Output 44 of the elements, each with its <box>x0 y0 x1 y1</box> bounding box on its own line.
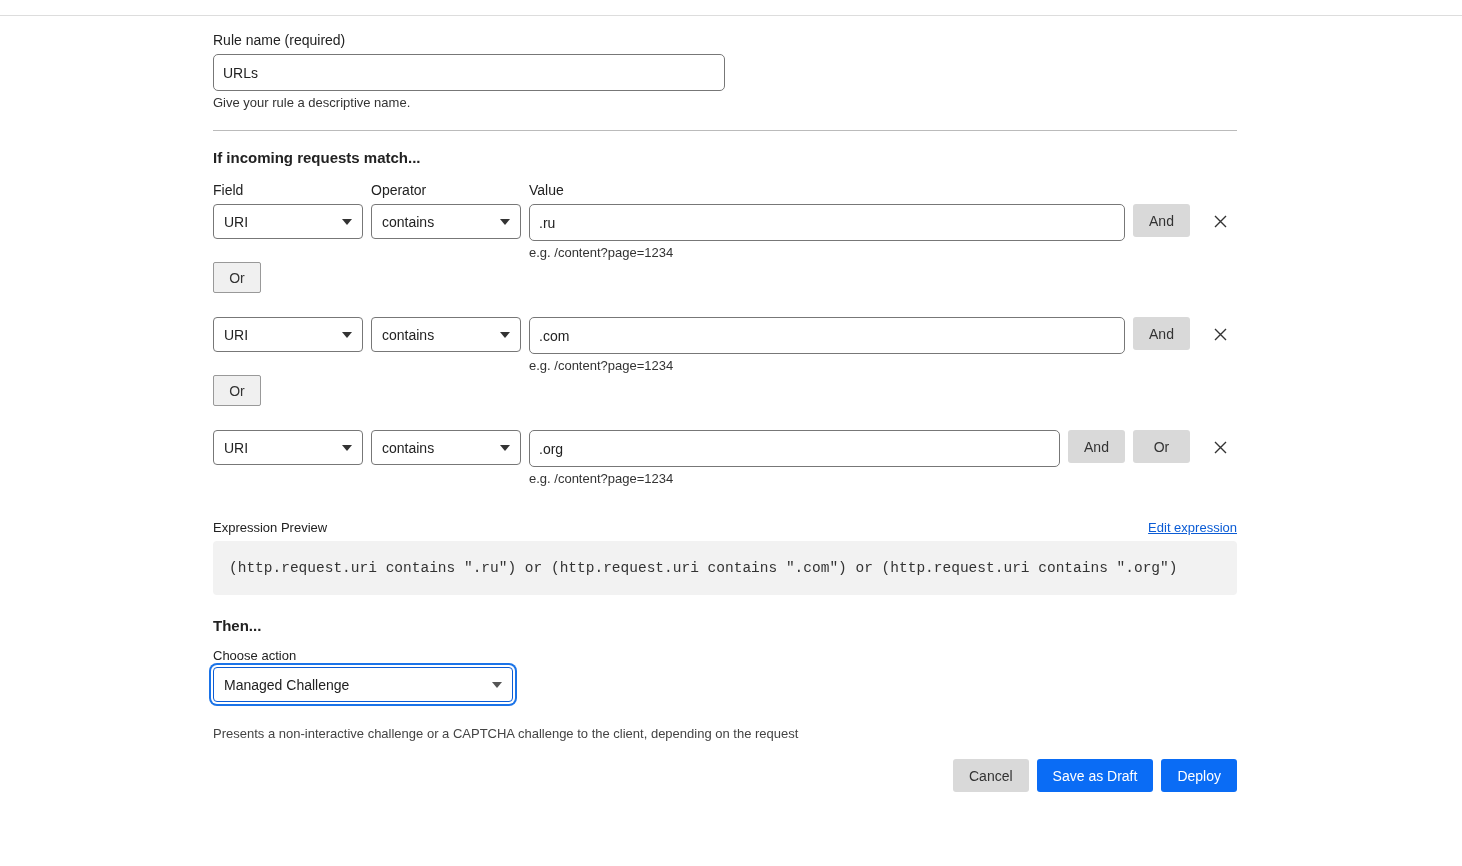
caret-icon <box>342 218 352 225</box>
logic-button[interactable]: Or <box>1133 430 1190 463</box>
action-description: Presents a non-interactive challenge or a CAPTCHA challenge to the client, depending on the request <box>213 726 800 741</box>
close-icon[interactable] <box>1214 441 1227 454</box>
caret-icon <box>500 444 510 451</box>
rule-name-input[interactable]: URLs <box>213 54 725 91</box>
field-select[interactable]: URI <box>213 430 363 465</box>
expression-preview: (http.request.uri contains ".ru") or (http.request.uri contains ".com") or (http.request.uri contains ".org") <box>213 541 1237 595</box>
caret-icon <box>500 331 510 338</box>
then-heading: Then... <box>213 617 263 634</box>
value-input[interactable]: .com <box>529 317 1125 354</box>
edit-expression-link[interactable]: Edit expression <box>1148 520 1237 535</box>
action-button[interactable]: Save as Draft <box>1036 759 1154 792</box>
rule-name-label: Rule name (required) <box>213 32 347 48</box>
caret-icon <box>342 444 352 451</box>
action-button[interactable]: Cancel <box>953 759 1029 792</box>
column-label: Operator <box>371 182 428 198</box>
field-select[interactable]: URI <box>213 204 363 239</box>
value-hint: e.g. /content?page=1234 <box>529 245 675 260</box>
close-icon[interactable] <box>1214 328 1227 341</box>
operator-select[interactable]: contains <box>371 204 521 239</box>
or-button[interactable]: Or <box>213 375 261 406</box>
rule-name-help: Give your rule a descriptive name. <box>213 95 412 110</box>
logic-button[interactable]: And <box>1068 430 1125 463</box>
field-select[interactable]: URI <box>213 317 363 352</box>
section-heading: If incoming requests match... <box>213 149 422 166</box>
logic-button[interactable]: And <box>1133 317 1190 350</box>
value-hint: e.g. /content?page=1234 <box>529 358 675 373</box>
value-hint: e.g. /content?page=1234 <box>529 471 675 486</box>
or-button[interactable]: Or <box>213 262 261 293</box>
logic-button[interactable]: And <box>1133 204 1190 237</box>
column-label: Value <box>529 182 564 198</box>
value-input[interactable]: .ru <box>529 204 1125 241</box>
close-icon[interactable] <box>1214 215 1227 228</box>
operator-select[interactable]: contains <box>371 317 521 352</box>
caret-icon <box>500 218 510 225</box>
column-label: Field <box>213 182 245 198</box>
caret-icon <box>342 331 352 338</box>
action-label: Choose action <box>213 648 298 663</box>
value-input[interactable]: .org <box>529 430 1060 467</box>
caret-icon <box>492 681 502 688</box>
expression-label: Expression Preview <box>213 520 328 535</box>
operator-select[interactable]: contains <box>371 430 521 465</box>
action-button[interactable]: Deploy <box>1161 759 1237 792</box>
